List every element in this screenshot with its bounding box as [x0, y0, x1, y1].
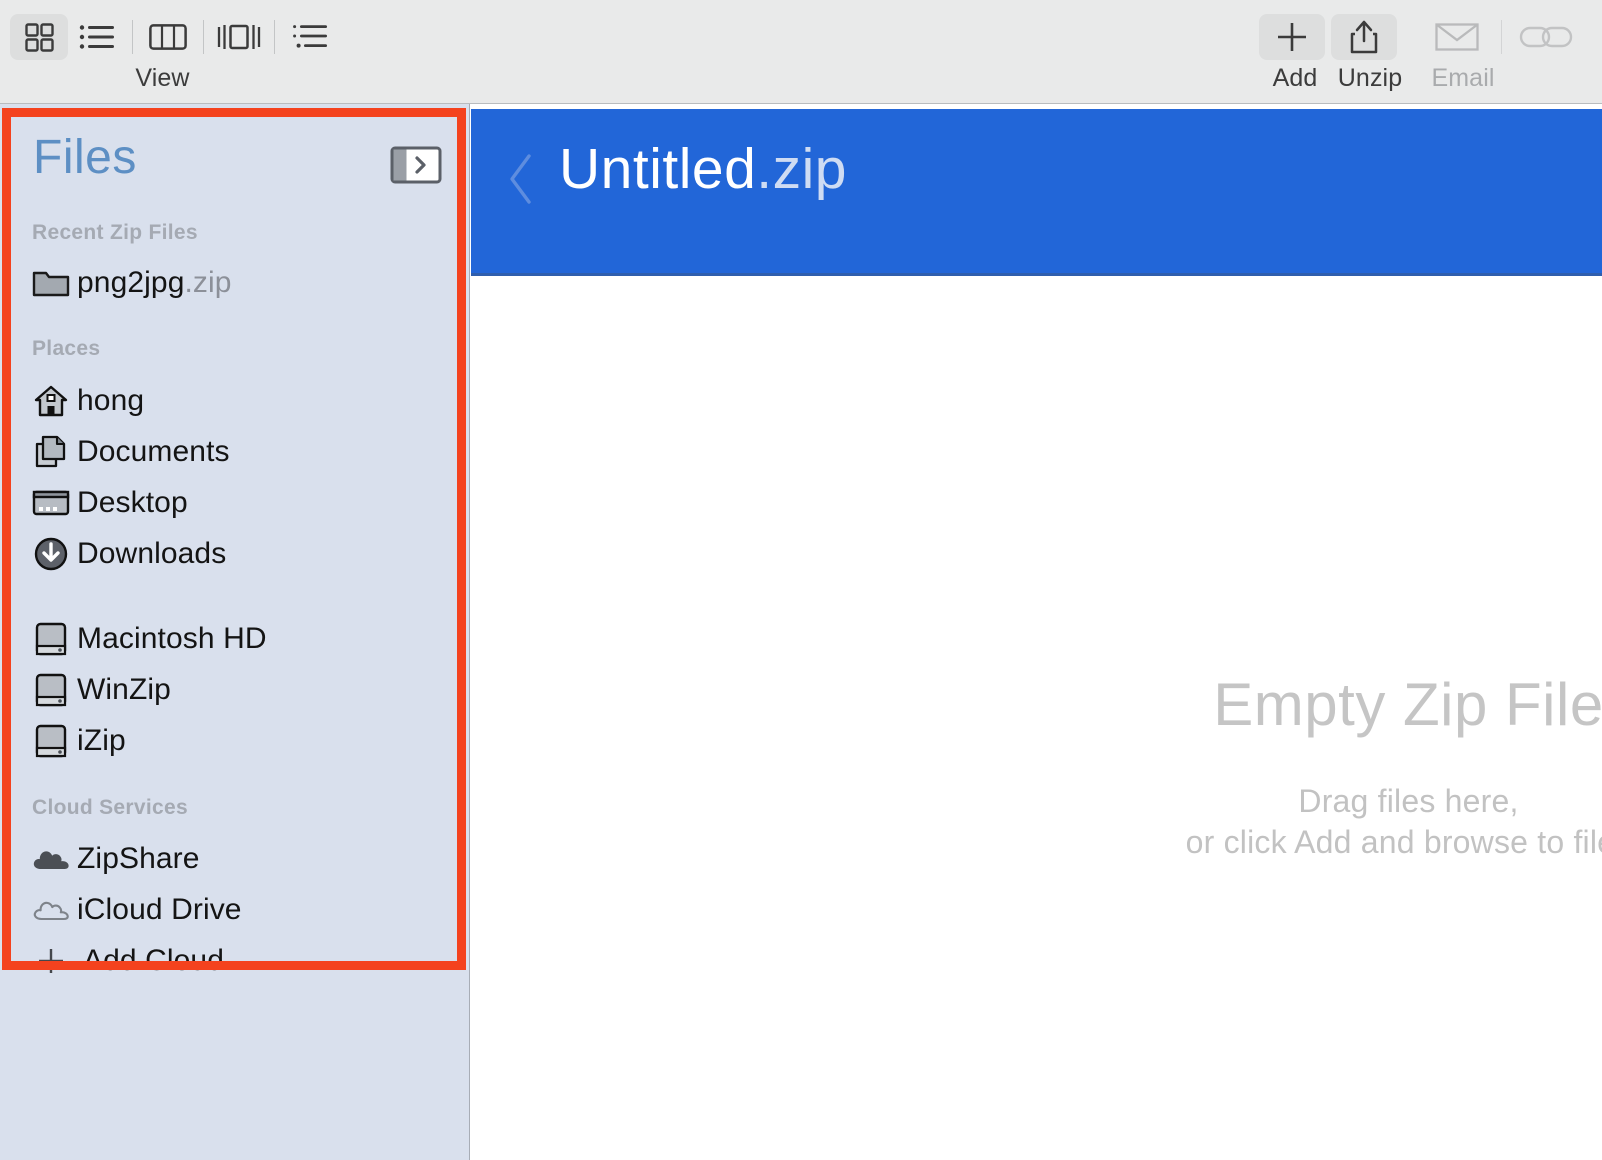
- section-title-recent-zip-files: Recent Zip Files: [32, 221, 198, 244]
- app-window: View Add Unzip Email Files Recent Zip Fi…: [0, 0, 1602, 1160]
- sidebar-item-desktop[interactable]: Desktop: [0, 477, 469, 528]
- sidebar-item-winzip[interactable]: WinZip: [0, 664, 469, 715]
- toolbar-separator-4: [1501, 19, 1502, 54]
- section-list-drives: Macintosh HD WinZip iZip: [0, 613, 469, 766]
- documents-icon: [31, 434, 71, 470]
- zip-file-title: Untitled.zip: [559, 137, 847, 201]
- sidebar-item-add-cloud[interactable]: Add Cloud: [0, 935, 469, 986]
- harddrive-icon: [31, 672, 71, 708]
- toolbar-separator-2: [203, 19, 204, 54]
- toolbar-view-group: View: [0, 0, 339, 104]
- zip-header-bar: Untitled.zip: [471, 109, 1602, 276]
- grouped-list-view-icon: [293, 24, 327, 48]
- sidebar-item-label: hong: [77, 383, 145, 417]
- share-export-icon: [1350, 20, 1378, 53]
- sidebar-item-label: png2jpg.zip: [77, 265, 232, 299]
- empty-state-line-2: or click Add and browse to files: [1185, 823, 1602, 860]
- sidebar-item-label: Macintosh HD: [77, 621, 267, 655]
- sidebar-title: Files: [33, 131, 137, 184]
- email-button[interactable]: [1419, 14, 1495, 60]
- envelope-icon: [1435, 22, 1479, 51]
- chevron-left-icon: [510, 154, 531, 204]
- section-list-places: hong Documents Desktop Downloads: [0, 375, 469, 579]
- view-column-button[interactable]: [139, 14, 197, 60]
- email-label: Email: [1431, 64, 1495, 92]
- view-gallery-button[interactable]: [210, 14, 268, 60]
- sidebar-item-downloads[interactable]: Downloads: [0, 528, 469, 579]
- sidebar[interactable]: Files Recent Zip Files png2jpg.zip Place…: [0, 104, 470, 1160]
- sidebar-item-label: Documents: [77, 434, 230, 468]
- toolbar-action-group: Add Unzip Email: [1259, 0, 1602, 104]
- sidebar-item-label: Downloads: [77, 536, 227, 570]
- sidebar-item-macintosh-hd[interactable]: Macintosh HD: [0, 613, 469, 664]
- plus-icon: [31, 943, 71, 979]
- sidebar-item-label: iCloud Drive: [77, 892, 242, 926]
- sidebar-item-label: WinZip: [77, 672, 171, 706]
- view-group-button[interactable]: [281, 14, 339, 60]
- sidebar-item-zipshare[interactable]: ZipShare: [0, 833, 469, 884]
- gallery-view-icon: [217, 24, 261, 49]
- add-button[interactable]: [1259, 13, 1325, 60]
- view-list-button[interactable]: [68, 14, 126, 60]
- sidebar-header: Files: [0, 104, 469, 196]
- sidebar-toggle-button[interactable]: [390, 146, 442, 184]
- unzip-button[interactable]: [1331, 13, 1397, 60]
- home-icon: [31, 383, 71, 419]
- sidebar-item-izip[interactable]: iZip: [0, 715, 469, 766]
- plus-icon: [1278, 22, 1306, 51]
- list-view-icon: [79, 24, 114, 49]
- folder-icon: [31, 265, 71, 301]
- downloads-icon: [31, 536, 71, 572]
- sidebar-item-documents[interactable]: Documents: [0, 426, 469, 477]
- view-icon-button[interactable]: [10, 13, 68, 60]
- harddrive-icon: [31, 723, 71, 759]
- empty-state-title: Empty Zip File: [1213, 670, 1602, 738]
- cloud-outline-icon: [31, 892, 71, 928]
- section-title-places: Places: [32, 337, 101, 360]
- grid-view-icon: [25, 22, 54, 52]
- back-button[interactable]: [507, 151, 537, 207]
- section-list-cloud: ZipShare iCloud Drive Add Cloud: [0, 833, 469, 986]
- toolbar-separator-1: [132, 19, 133, 54]
- toolbar-separator-3: [274, 19, 275, 54]
- harddrive-icon: [31, 621, 71, 657]
- desktop-icon: [31, 485, 71, 521]
- sidebar-item-icloud-drive[interactable]: iCloud Drive: [0, 884, 469, 935]
- sidebar-item-label: Add Cloud: [83, 943, 224, 977]
- link-chain-icon: [1519, 26, 1573, 47]
- sidebar-toggle-icon: [390, 146, 442, 184]
- sidebar-item-label: ZipShare: [77, 841, 200, 875]
- cloud-filled-icon: [31, 841, 71, 877]
- unzip-label: Unzip: [1337, 64, 1403, 92]
- empty-state-line-1: Drag files here,: [1298, 782, 1519, 819]
- link-button[interactable]: [1508, 14, 1584, 60]
- add-label: Add: [1272, 64, 1318, 92]
- sidebar-item-label: Desktop: [77, 485, 188, 519]
- section-list-recent: png2jpg.zip: [0, 257, 469, 308]
- toolbar: View Add Unzip Email: [0, 0, 1602, 104]
- sidebar-item-label: iZip: [77, 723, 126, 757]
- sidebar-item-hong[interactable]: hong: [0, 375, 469, 426]
- main-content: Untitled.zip Empty Zip File Drag files h…: [471, 104, 1602, 1160]
- empty-zip-dropzone[interactable]: Empty Zip File Drag files here, or click…: [471, 277, 1602, 1160]
- section-title-cloud-services: Cloud Services: [32, 796, 188, 819]
- column-view-icon: [149, 23, 187, 50]
- sidebar-item-png2jpg-zip[interactable]: png2jpg.zip: [0, 257, 469, 308]
- toolbar-view-label: View: [135, 64, 190, 92]
